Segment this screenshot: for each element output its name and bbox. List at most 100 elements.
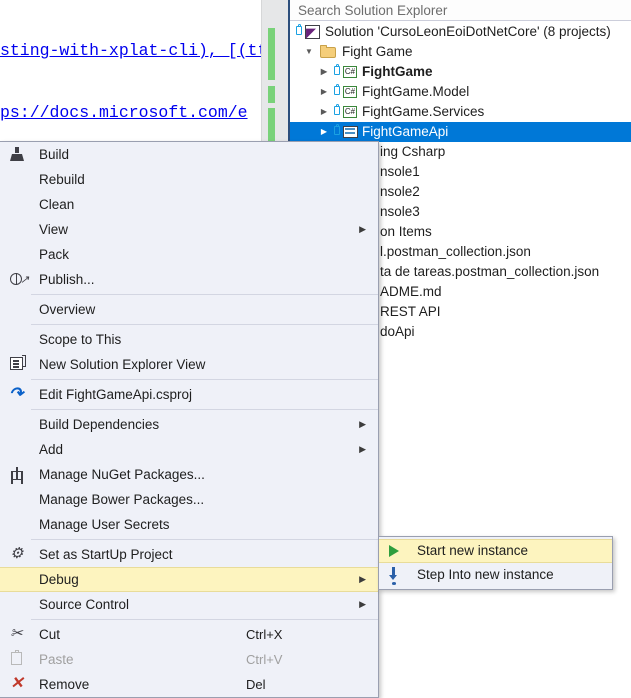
tree-item-fight-game-folder[interactable]: ▼ Fight Game — [290, 42, 631, 62]
menu-item-edit-csproj[interactable]: ↷ Edit FightGameApi.csproj — [0, 382, 378, 407]
menu-item-source-control[interactable]: Source Control ▶ — [0, 592, 378, 617]
menu-item-label: Set as StartUp Project — [39, 547, 173, 562]
collapse-triangle-icon[interactable]: ▼ — [303, 42, 315, 62]
menu-item-label: Manage User Secrets — [39, 517, 170, 532]
menu-item-label: Publish... — [39, 272, 95, 287]
menu-item-new-solution-explorer-view[interactable]: New Solution Explorer View — [0, 352, 378, 377]
menu-item-view[interactable]: View ▶ — [0, 217, 378, 242]
build-icon — [9, 146, 25, 162]
menu-item-publish[interactable]: Publish... — [0, 267, 378, 293]
menu-item-rebuild[interactable]: Rebuild — [0, 167, 378, 192]
submenu-item-label: Step Into new instance — [417, 567, 554, 582]
submenu-item-start-new-instance[interactable]: Start new instance — [379, 539, 612, 563]
tree-item-label: FightGame.Model — [362, 84, 470, 99]
tree-item-label: Solution 'CursoLeonEoiDotNetCore' (8 pro… — [325, 24, 611, 39]
menu-item-cut[interactable]: ✂ Cut Ctrl+X — [0, 622, 378, 647]
search-placeholder: Search Solution Explorer — [298, 3, 448, 18]
menu-item-label: Remove — [39, 677, 90, 692]
menu-item-shortcut: Ctrl+X — [246, 627, 283, 642]
expand-triangle-icon[interactable]: ▶ — [318, 62, 330, 82]
tree-item-label: ta de tareas.postman_collection.json — [380, 264, 600, 279]
scrollbar-change-marker — [268, 108, 275, 144]
step-into-icon — [387, 566, 403, 585]
menu-item-clean[interactable]: Clean — [0, 192, 378, 217]
menu-item-overview[interactable]: Overview — [0, 297, 378, 322]
menu-item-debug[interactable]: Debug ▶ — [0, 567, 378, 592]
menu-item-build-dependencies[interactable]: Build Dependencies ▶ — [0, 412, 378, 437]
lock-icon — [334, 123, 340, 135]
menu-item-label: Pack — [39, 247, 70, 262]
tree-item-fightgame-model[interactable]: ▶ C# FightGame.Model — [290, 82, 631, 102]
menu-item-add[interactable]: Add ▶ — [0, 437, 378, 462]
submenu-arrow-icon: ▶ — [359, 444, 366, 454]
csharp-project-icon: C# — [343, 66, 357, 78]
menu-item-scope-to-this[interactable]: Scope to This — [0, 327, 378, 352]
lock-icon — [334, 63, 340, 75]
edit-project-icon: ↷ — [9, 384, 24, 403]
menu-separator — [31, 619, 378, 620]
tree-item-fightgame[interactable]: ▶ C# FightGame — [290, 62, 631, 82]
csharp-project-icon: C# — [343, 106, 357, 118]
submenu-arrow-icon: ▶ — [359, 419, 366, 429]
menu-separator — [31, 379, 378, 380]
menu-item-build[interactable]: Build — [0, 142, 378, 167]
new-solution-explorer-view-icon — [9, 355, 26, 372]
menu-item-label: Cut — [39, 627, 61, 642]
submenu-arrow-icon: ▶ — [359, 574, 366, 584]
tree-item-label: REST API — [380, 304, 441, 319]
search-solution-explorer-input[interactable]: Search Solution Explorer — [290, 0, 631, 21]
scrollbar-change-marker — [268, 28, 275, 80]
menu-item-set-as-startup-project[interactable]: ⚙ Set as StartUp Project — [0, 542, 378, 567]
expand-triangle-icon[interactable]: ▶ — [318, 122, 330, 142]
menu-item-manage-nuget-packages[interactable]: Manage NuGet Packages... — [0, 462, 378, 487]
tree-item-label: FightGame.Services — [362, 104, 485, 119]
menu-item-label: Clean — [39, 197, 75, 212]
api-project-icon — [343, 126, 358, 138]
menu-item-label: Rebuild — [39, 172, 85, 187]
menu-item-label: Debug — [39, 572, 79, 587]
menu-item-label: Source Control — [39, 597, 130, 612]
tree-item-label: nsole2 — [380, 184, 420, 199]
expand-triangle-icon[interactable]: ▶ — [318, 102, 330, 122]
tree-item-label: doApi — [380, 324, 415, 339]
menu-item-shortcut: Ctrl+V — [246, 652, 283, 667]
menu-item-label: Paste — [39, 652, 74, 667]
tree-item-label: FightGame — [362, 64, 433, 79]
menu-item-label: Build Dependencies — [39, 417, 160, 432]
menu-separator — [31, 324, 378, 325]
menu-item-remove[interactable]: ✕ Remove Del — [0, 672, 378, 697]
tree-item-solution[interactable]: Solution 'CursoLeonEoiDotNetCore' (8 pro… — [290, 22, 631, 43]
debug-submenu: Start new instance Step Into new instanc… — [378, 536, 613, 590]
cut-icon: ✂ — [10, 625, 23, 642]
menu-item-pack[interactable]: Pack — [0, 242, 378, 267]
menu-item-manage-user-secrets[interactable]: Manage User Secrets — [0, 512, 378, 537]
csharp-project-icon: C# — [343, 86, 357, 98]
code-line: ps://docs.microsoft.com/e — [0, 102, 248, 122]
submenu-item-step-into-new-instance[interactable]: Step Into new instance — [379, 563, 612, 587]
tree-item-fightgame-services[interactable]: ▶ C# FightGame.Services — [290, 102, 631, 122]
menu-item-label: Add — [39, 442, 64, 457]
expand-triangle-icon[interactable]: ▶ — [318, 82, 330, 102]
tree-item-label: l.postman_collection.json — [380, 244, 531, 259]
menu-item-shortcut: Del — [246, 677, 266, 692]
tree-item-label: ing Csharp — [380, 144, 446, 159]
lock-icon — [334, 103, 340, 115]
menu-item-paste: Paste Ctrl+V — [0, 647, 378, 672]
menu-separator — [31, 409, 378, 410]
gear-icon: ⚙ — [10, 545, 24, 562]
submenu-item-label: Start new instance — [417, 543, 529, 558]
menu-item-label: Edit FightGameApi.csproj — [39, 387, 193, 402]
menu-item-label: View — [39, 222, 69, 237]
lock-icon — [296, 23, 302, 35]
tree-item-fightgameapi[interactable]: ▶ FightGameApi — [290, 122, 631, 142]
lock-icon — [334, 83, 340, 95]
menu-separator — [31, 539, 378, 540]
tree-item-label: Fight Game — [342, 44, 413, 59]
tree-item-label: nsole3 — [380, 204, 420, 219]
folder-icon — [320, 45, 336, 58]
menu-separator — [31, 294, 378, 295]
scrollbar-change-marker — [268, 86, 275, 103]
submenu-arrow-icon: ▶ — [359, 224, 366, 234]
menu-item-manage-bower-packages[interactable]: Manage Bower Packages... — [0, 487, 378, 512]
menu-item-label: Scope to This — [39, 332, 122, 347]
